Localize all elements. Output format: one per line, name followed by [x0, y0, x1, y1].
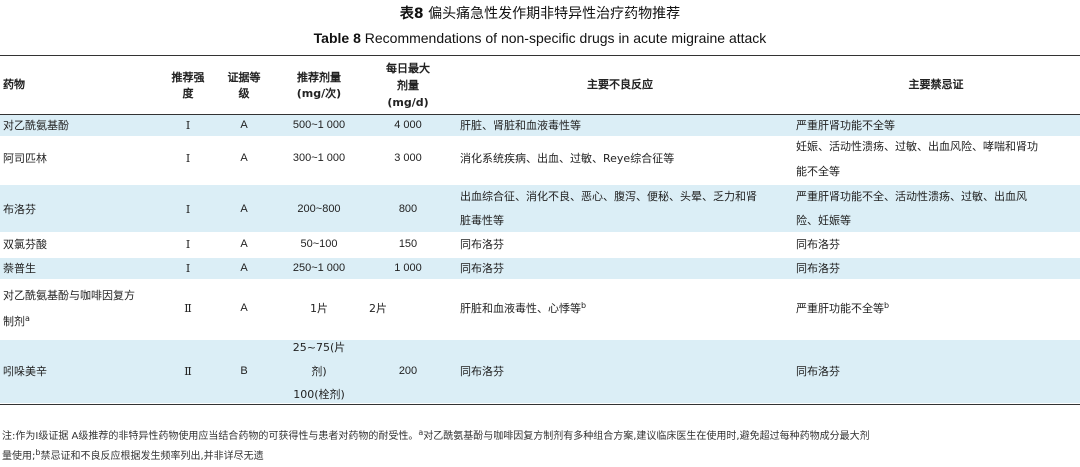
- cell-evidence: A: [240, 119, 248, 131]
- cell-strength: Ⅰ: [185, 238, 191, 251]
- cell-evidence: A: [240, 203, 248, 215]
- cell-maxdose: 1 000: [394, 262, 422, 274]
- cell-strength: Ⅰ: [185, 203, 191, 216]
- cell-strength: Ⅰ: [185, 262, 191, 275]
- cell-evidence: A: [240, 262, 248, 274]
- cell-dose-line-2: 剂): [311, 365, 327, 378]
- cell-drug: 布洛芬: [3, 203, 36, 216]
- cell-drug: 吲哚美辛: [3, 365, 47, 378]
- cell-adverse: 同布洛芬: [460, 238, 504, 251]
- header-evidence-2: 级: [238, 87, 250, 100]
- cell-contra: 同布洛芬: [796, 262, 840, 275]
- cell-adverse-line-2: 脏毒性等: [460, 214, 504, 227]
- table-bottom-rule: [0, 404, 1080, 405]
- footnote-mark-a: a: [25, 314, 30, 323]
- footnote-mark-b: b: [884, 301, 890, 310]
- cell-dose: 500~1 000: [292, 119, 346, 131]
- cell-evidence: B: [240, 365, 248, 377]
- table-title-cn: 表8 偏头痛急性发作期非特异性治疗药物推荐: [0, 3, 1080, 23]
- cell-contra-line-1: 妊娠、活动性溃疡、过敏、出血风险、哮喘和肾功: [796, 140, 1038, 153]
- cell-drug: 对乙酰氨基酚: [3, 119, 69, 132]
- table-top-rule: [0, 55, 1080, 56]
- cell-dose: 1片: [310, 302, 328, 315]
- header-evidence-1: 证据等: [227, 71, 261, 84]
- header-maxdose-2: 剂量: [397, 79, 419, 92]
- cell-maxdose: 150: [398, 238, 418, 250]
- cell-strength: Ⅱ: [184, 365, 192, 378]
- cell-evidence: A: [240, 152, 248, 164]
- table-footnote: 注:作为Ⅰ级证据 A级推荐的非特异性药物使用应当结合药物的可获得性与患者对药物的…: [2, 428, 870, 463]
- table-caption-cn: 偏头痛急性发作期非特异性治疗药物推荐: [428, 6, 681, 22]
- table-label-cn: 表8: [399, 6, 424, 22]
- header-adverse: 主要不良反应: [587, 78, 653, 91]
- cell-maxdose: 800: [398, 203, 418, 215]
- header-strength-2: 度: [182, 87, 194, 100]
- cell-adverse: 肝脏和血液毒性、心悸等b: [460, 301, 587, 316]
- cell-dose: 50~100: [300, 238, 338, 250]
- cell-maxdose: 4 000: [394, 119, 422, 131]
- cell-maxdose: 2片: [369, 302, 387, 315]
- header-strength-1: 推荐强: [171, 71, 205, 84]
- cell-maxdose: 200: [398, 365, 418, 377]
- cell-strength: Ⅰ: [185, 152, 191, 165]
- table-caption-en: Recommendations of non-specific drugs in…: [364, 30, 767, 46]
- cell-contra: 同布洛芬: [796, 365, 840, 378]
- header-dose-2: (mg/次): [296, 87, 342, 100]
- cell-drug: 萘普生: [3, 262, 36, 275]
- cell-dose-line-3: 100(栓剂): [293, 388, 345, 401]
- cell-adverse: 同布洛芬: [460, 365, 504, 378]
- cell-dose: 200~800: [297, 203, 341, 215]
- table-title-en: Table 8 Recommendations of non-specific …: [0, 30, 1080, 46]
- cell-adverse: 同布洛芬: [460, 262, 504, 275]
- header-maxdose-3: (mg/d): [387, 96, 429, 109]
- cell-adverse: 消化系统疾病、出血、过敏、Reye综合征等: [460, 152, 675, 165]
- header-contra: 主要禁忌证: [908, 78, 964, 91]
- cell-contra-line-1: 严重肝肾功能不全、活动性溃疡、过敏、出血风: [796, 190, 1027, 203]
- cell-drug-line-2: 制剂a: [3, 314, 30, 329]
- cell-contra: 严重肝肾功能不全等: [796, 119, 895, 132]
- header-dose-1: 推荐剂量: [297, 71, 341, 84]
- cell-dose-line-1: 25~75(片: [292, 341, 346, 354]
- cell-drug-line-1: 对乙酰氨基酚与咖啡因复方: [3, 289, 135, 302]
- cell-contra-line-2: 险、妊娠等: [796, 214, 851, 227]
- cell-strength: Ⅰ: [185, 119, 191, 132]
- cell-drug: 阿司匹林: [3, 152, 47, 165]
- cell-adverse: 肝脏、肾脏和血液毒性等: [460, 119, 581, 132]
- footnote-mark-b: b: [581, 301, 587, 310]
- header-maxdose-1: 每日最大: [386, 62, 430, 75]
- cell-contra: 严重肝功能不全等b: [796, 301, 890, 316]
- cell-dose: 300~1 000: [292, 152, 346, 164]
- cell-evidence: A: [240, 238, 248, 250]
- cell-maxdose: 3 000: [394, 152, 422, 164]
- header-drug: 药物: [3, 78, 25, 91]
- cell-strength: Ⅱ: [184, 302, 192, 315]
- cell-dose: 250~1 000: [292, 262, 346, 274]
- cell-adverse-line-1: 出血综合征、消化不良、恶心、腹泻、便秘、头晕、乏力和肾: [460, 190, 757, 203]
- cell-drug: 双氯芬酸: [3, 238, 47, 251]
- cell-evidence: A: [240, 302, 248, 314]
- cell-contra-line-2: 能不全等: [796, 165, 840, 178]
- table-label-en: Table 8: [313, 30, 361, 46]
- cell-contra: 同布洛芬: [796, 238, 840, 251]
